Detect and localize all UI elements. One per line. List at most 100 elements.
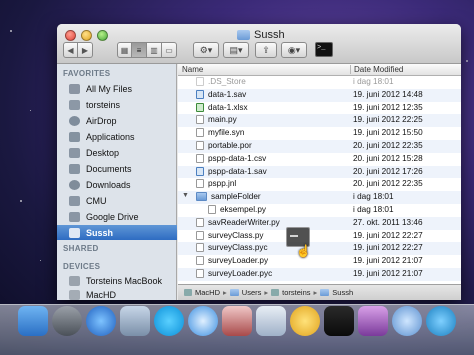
path-item[interactable]: Sussh bbox=[332, 288, 353, 297]
path-item[interactable]: Users bbox=[242, 288, 262, 297]
sav-file-icon bbox=[196, 89, 204, 99]
sav-file-icon bbox=[196, 166, 204, 176]
terminal-icon[interactable]: >_ bbox=[315, 42, 333, 57]
file-name: savReaderWriter.py bbox=[208, 217, 280, 227]
file-name: data-1.xlsx bbox=[208, 102, 248, 112]
laptop-icon bbox=[69, 275, 80, 286]
wallpaper-star bbox=[466, 60, 468, 62]
file-name: pspp.jnl bbox=[208, 179, 237, 189]
coverflow-view-button[interactable]: ▭ bbox=[162, 42, 177, 58]
excel-file-icon bbox=[196, 102, 204, 112]
arrange-menu-button[interactable]: ▤▾ bbox=[223, 42, 249, 58]
csv-file-icon bbox=[196, 153, 204, 163]
list-item[interactable]: eksempel.py i dag 18:01 bbox=[178, 204, 461, 217]
sidebar-item-cmu[interactable]: CMU bbox=[57, 193, 177, 208]
sidebar-item-documents[interactable]: Documents bbox=[57, 161, 177, 176]
share-button[interactable]: ⇪ bbox=[255, 42, 277, 58]
sidebar-item-all-my-files[interactable]: All My Files bbox=[57, 81, 177, 96]
sidebar-item-sussh[interactable]: Sussh bbox=[57, 225, 177, 240]
sidebar-item-label: Applications bbox=[86, 131, 135, 142]
sidebar-item-desktop[interactable]: Desktop bbox=[57, 145, 177, 160]
list-item[interactable]: savReaderWriter.py 27. okt. 2011 13:46 bbox=[178, 216, 461, 230]
zoom-button[interactable] bbox=[97, 30, 108, 41]
app-dock-icon[interactable] bbox=[358, 306, 388, 336]
python-file-icon bbox=[196, 256, 204, 266]
list-item[interactable]: portable.por 20. juni 2012 22:35 bbox=[178, 139, 461, 153]
column-view-button[interactable]: ▥ bbox=[147, 42, 162, 58]
path-menu-button[interactable]: ◉▾ bbox=[281, 42, 307, 58]
file-date: i dag 18:01 bbox=[353, 204, 394, 214]
file-date: i dag 18:01 bbox=[353, 77, 394, 86]
harddisk-icon bbox=[69, 289, 80, 300]
finder-window: Sussh ◀ ▶ ▦ ≡ ▥ ▭ ⚙▾ ▤▾ ⇪ ◉▾ >_ FAVORITE… bbox=[57, 24, 461, 300]
app-store-dock-icon[interactable] bbox=[86, 306, 116, 336]
file-date: 19. juni 2012 22:25 bbox=[353, 115, 423, 125]
sidebar-item-downloads[interactable]: Downloads bbox=[57, 177, 177, 192]
minimize-button[interactable] bbox=[81, 30, 92, 41]
list-view-button[interactable]: ≡ bbox=[132, 42, 147, 58]
compiled-file-icon bbox=[196, 268, 204, 278]
icon-view-button[interactable]: ▦ bbox=[117, 42, 132, 58]
applications-icon bbox=[69, 131, 80, 142]
wallpaper-star bbox=[40, 260, 41, 261]
folder-icon bbox=[229, 289, 239, 296]
activity-monitor-dock-icon[interactable] bbox=[324, 306, 354, 336]
list-item[interactable]: surveyClass.py 19. juni 2012 22:27 bbox=[178, 230, 461, 243]
sidebar-item-torsteins[interactable]: torsteins bbox=[57, 97, 177, 112]
sidebar-item-airdrop[interactable]: AirDrop bbox=[57, 113, 177, 128]
file-date: 27. okt. 2011 13:46 bbox=[353, 217, 423, 227]
list-item[interactable]: .DS_Store i dag 18:01 bbox=[178, 76, 461, 89]
sidebar-item-label: Google Drive bbox=[86, 211, 139, 222]
chevron-right-icon: ▸ bbox=[313, 288, 318, 297]
path-item[interactable]: torsteins bbox=[282, 288, 310, 297]
list-item[interactable]: pspp-data-1.csv 20. juni 2012 15:28 bbox=[178, 153, 461, 166]
list-item[interactable]: myfile.syn 19. juni 2012 15:50 bbox=[178, 127, 461, 140]
close-button[interactable] bbox=[65, 30, 76, 41]
file-name: sampleFolder bbox=[211, 192, 261, 202]
cyberduck-dock-icon[interactable] bbox=[290, 306, 320, 336]
file-date: 20. juni 2012 17:26 bbox=[353, 166, 423, 176]
harddisk-icon bbox=[184, 289, 192, 296]
list-item[interactable]: surveyClass.pyc 19. juni 2012 22:27 bbox=[178, 242, 461, 256]
sidebar-item-applications[interactable]: Applications bbox=[57, 129, 177, 144]
desktop-icon bbox=[69, 147, 80, 158]
file-name: surveyLoader.pyc bbox=[208, 268, 273, 278]
column-header-date-modified[interactable]: Date Modified bbox=[350, 65, 403, 74]
python-file-icon bbox=[196, 115, 204, 125]
path-item[interactable]: MacHD bbox=[195, 288, 220, 297]
gear-icon: ⚙▾ bbox=[199, 44, 213, 55]
skype-dock-icon[interactable] bbox=[154, 306, 184, 336]
app-dock-icon[interactable] bbox=[222, 306, 252, 336]
sidebar-item-machd[interactable]: MacHD bbox=[57, 287, 177, 300]
disclosure-triangle-icon[interactable]: ▼ bbox=[182, 192, 189, 199]
box-app-dock-icon[interactable] bbox=[256, 306, 286, 336]
sidebar-header-devices: DEVICES bbox=[63, 262, 101, 271]
back-button[interactable]: ◀ bbox=[63, 42, 78, 58]
document-file-icon bbox=[196, 128, 204, 138]
list-item[interactable]: surveyLoader.py 19. juni 2012 21:07 bbox=[178, 255, 461, 268]
launchpad-dock-icon[interactable] bbox=[52, 306, 82, 336]
app-dock-icon[interactable] bbox=[392, 306, 422, 336]
finder-dock-icon[interactable] bbox=[18, 306, 48, 336]
file-date: 20. juni 2012 22:35 bbox=[353, 179, 423, 189]
list-item[interactable]: data-1.sav 19. juni 2012 14:48 bbox=[178, 88, 461, 102]
safari-dock-icon[interactable] bbox=[188, 306, 218, 336]
list-item[interactable]: surveyLoader.pyc 19. juni 2012 21:07 bbox=[178, 267, 461, 281]
list-item[interactable]: main.py 19. juni 2012 22:25 bbox=[178, 114, 461, 128]
compiled-file-icon bbox=[196, 243, 204, 253]
column-header-name[interactable]: Name bbox=[182, 65, 203, 74]
sidebar-item-torsteins-macbook[interactable]: Torsteins MacBook bbox=[57, 273, 177, 288]
back-forward-control: ◀ ▶ bbox=[63, 42, 93, 58]
eye-icon: ◉▾ bbox=[287, 44, 301, 55]
action-menu-button[interactable]: ⚙▾ bbox=[193, 42, 219, 58]
list-item[interactable]: pspp.jnl 20. juni 2012 22:35 bbox=[178, 178, 461, 191]
sidebar-item-google-drive[interactable]: Google Drive bbox=[57, 209, 177, 224]
sidebar-item-label: MacHD bbox=[86, 289, 117, 300]
forward-button[interactable]: ▶ bbox=[78, 42, 93, 58]
list-item[interactable]: pspp-data-1.sav 20. juni 2012 17:26 bbox=[178, 165, 461, 179]
list-item-folder[interactable]: ▼ sampleFolder i dag 18:01 bbox=[178, 191, 461, 204]
arduino-dock-icon[interactable] bbox=[426, 306, 456, 336]
preview-dock-icon[interactable] bbox=[120, 306, 150, 336]
list-item[interactable]: data-1.xlsx 19. juni 2012 12:35 bbox=[178, 102, 461, 115]
documents-icon bbox=[69, 163, 80, 174]
